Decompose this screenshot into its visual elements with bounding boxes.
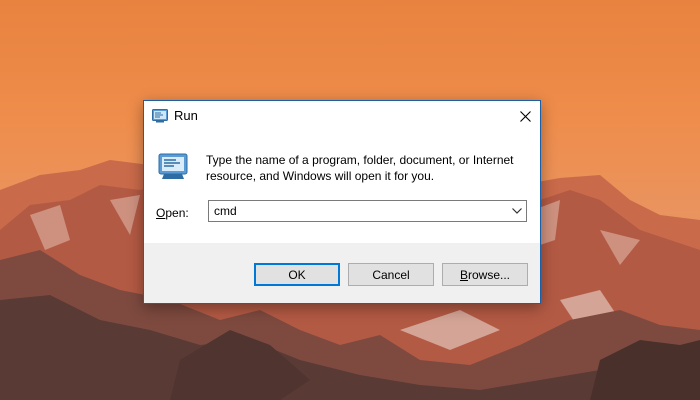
open-combobox[interactable]	[208, 200, 527, 222]
open-label-text: pen:	[165, 206, 189, 220]
close-icon	[519, 110, 531, 122]
run-dialog: Run Type the name of a program, folder, …	[143, 100, 541, 304]
ok-button-label: OK	[288, 267, 306, 282]
close-button[interactable]	[510, 101, 540, 131]
ok-button[interactable]: OK	[254, 263, 340, 286]
browse-button-label: rowse...	[468, 267, 511, 282]
open-input[interactable]	[214, 204, 494, 218]
browse-button[interactable]: Browse...	[442, 263, 528, 286]
dropdown-button[interactable]	[508, 201, 526, 221]
title-bar[interactable]: Run	[144, 101, 540, 131]
dialog-content: Type the name of a program, folder, docu…	[144, 131, 540, 243]
browse-mnemonic: B	[459, 267, 468, 282]
open-label-mnemonic: O	[156, 206, 166, 220]
run-app-icon	[158, 153, 188, 179]
window-title: Run	[174, 108, 198, 123]
cancel-button[interactable]: Cancel	[348, 263, 434, 286]
run-app-icon	[152, 109, 168, 123]
chevron-down-icon	[512, 208, 522, 214]
dialog-description: Type the name of a program, folder, docu…	[206, 153, 514, 183]
cancel-button-label: Cancel	[372, 267, 410, 282]
open-label: Open:	[156, 206, 189, 220]
